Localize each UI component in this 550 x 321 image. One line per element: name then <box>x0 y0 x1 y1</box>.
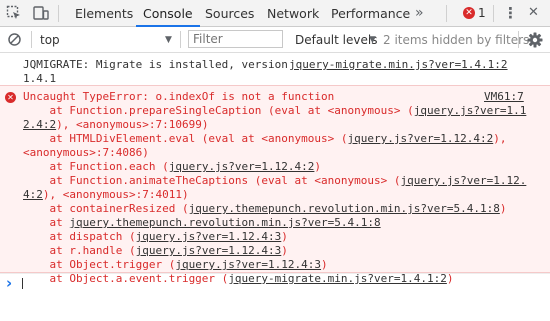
stack-frame-text: ) <box>321 258 328 271</box>
toolbar-divider <box>518 31 519 48</box>
stack-frame-link[interactable]: jquery.js?ver=1.12.4:2 <box>348 132 494 145</box>
stack-frame-text: at Function.animateTheCaptions (eval at … <box>23 174 401 187</box>
log-message-text: JQMIGRATE: Migrate is installed, version <box>23 58 288 71</box>
stack-frame-link[interactable]: jquery.themepunch.revolution.min.js?ver=… <box>69 216 380 229</box>
stack-frame: <anonymous>:7:4086) <box>23 146 149 160</box>
more-tabs-button[interactable]: » <box>415 0 424 27</box>
toolbar-divider <box>180 31 181 48</box>
error-header[interactable]: Uncaught TypeError: o.indexOf is not a f… <box>23 90 334 104</box>
stack-frame: at Function.animateTheCaptions (eval at … <box>23 174 526 188</box>
filter-input[interactable] <box>188 30 283 48</box>
stack-frame: at containerResized (jquery.themepunch.r… <box>23 202 506 216</box>
context-selector[interactable]: top ▼ <box>40 31 175 49</box>
stack-frame-link[interactable]: jquery.js?ver=1.12. <box>401 174 527 187</box>
error-source-link[interactable]: VM61:7 <box>484 90 524 104</box>
stack-frame-text: at Object.trigger ( <box>23 258 176 271</box>
settings-gear-icon[interactable] <box>527 32 543 48</box>
chevron-down-icon: ▼ <box>165 35 172 45</box>
stack-frame-text: at dispatch ( <box>23 230 136 243</box>
stack-frame-text: ), <box>493 132 507 145</box>
toolbar-divider <box>493 5 494 22</box>
stack-frame: 4:2), <anonymous>:7:4011) <box>23 188 189 202</box>
stack-frame-text: at Function.prepareSingleCaption (eval a… <box>23 104 414 117</box>
stack-frame-text: ), <anonymous>:7:10699) <box>56 118 209 131</box>
prompt-chevron-icon: › <box>6 274 13 292</box>
toolbar-divider <box>446 5 447 22</box>
stack-frame-link[interactable]: jquery.themepunch.revolution.min.js?ver=… <box>189 202 500 215</box>
stack-frame-text: at HTMLDivElement.eval (eval at <anonymo… <box>23 132 348 145</box>
hidden-items-text: 2 items hidden by filters <box>383 33 530 47</box>
stack-frame-text: ) <box>314 160 322 173</box>
stack-frame-link[interactable]: jquery.js?ver=1.12.4:3 <box>136 244 282 257</box>
stack-frame-text: at r.handle ( <box>23 244 136 257</box>
stack-frame-link[interactable]: jquery.js?ver=1.1 <box>414 104 527 117</box>
tab-performance[interactable]: Performance <box>331 0 410 27</box>
console-filter-bar: top ▼ Default levels ▼ 2 items hidden by… <box>0 27 550 53</box>
log-message: JQMIGRATE: Migrate is installed, version… <box>0 57 550 85</box>
log-levels-label: Default levels <box>295 33 378 47</box>
stack-frame-link[interactable]: jquery.js?ver=1.12.4:3 <box>136 230 282 243</box>
stack-frame: at r.handle (jquery.js?ver=1.12.4:3) <box>23 244 288 258</box>
kebab-menu-icon[interactable]: ⋮ <box>503 4 518 22</box>
stack-frame: at HTMLDivElement.eval (eval at <anonymo… <box>23 132 506 146</box>
tab-elements[interactable]: Elements <box>75 0 133 27</box>
close-icon[interactable]: ✕ <box>528 5 539 21</box>
error-icon: ✕ <box>463 7 475 19</box>
stack-frame: at jquery.themepunch.revolution.min.js?v… <box>23 216 380 230</box>
stack-frame: at Function.each (jquery.js?ver=1.12.4:2… <box>23 160 321 174</box>
stack-frame-link[interactable]: jquery.js?ver=1.12.4:3 <box>175 258 321 271</box>
error-icon: ✕ <box>5 92 16 103</box>
stack-frame-text: ) <box>499 202 507 215</box>
stack-frame-text: at Function.each ( <box>23 160 169 173</box>
stack-frame: at Object.trigger (jquery.js?ver=1.12.4:… <box>23 258 328 272</box>
toolbar-divider <box>31 31 32 48</box>
error-count: 1 <box>478 6 486 20</box>
stack-frame-text: at containerResized ( <box>23 202 189 215</box>
inspect-element-icon[interactable] <box>6 5 22 21</box>
device-toolbar-icon[interactable] <box>33 5 49 21</box>
context-selector-value: top <box>40 33 60 47</box>
log-source-link[interactable]: jquery-migrate.min.js?ver=1.4.1:2 <box>289 58 508 72</box>
log-message-text-cont: 1.4.1 <box>23 72 57 85</box>
clear-console-icon[interactable] <box>7 32 22 47</box>
stack-frame: at Function.prepareSingleCaption (eval a… <box>23 104 526 118</box>
error-message: ✕ Uncaught TypeError: o.indexOf is not a… <box>0 85 550 285</box>
chevron-down-icon: ▼ <box>369 35 376 45</box>
log-levels-dropdown[interactable]: Default levels ▼ <box>295 31 380 49</box>
tab-sources[interactable]: Sources <box>205 0 254 27</box>
prompt-caret <box>22 278 23 289</box>
tab-console[interactable]: Console <box>136 0 200 27</box>
tab-network[interactable]: Network <box>267 0 319 27</box>
stack-frame: 2.4:2), <anonymous>:7:10699) <box>23 118 208 132</box>
stack-frame-link[interactable]: 2.4:2 <box>23 118 56 131</box>
console-prompt[interactable]: › <box>0 273 550 294</box>
stack-frame-link[interactable]: 4:2 <box>23 188 43 201</box>
stack-frame-text: at <box>23 216 70 229</box>
devtools-tab-bar: Elements Console Sources Network Perform… <box>0 0 550 27</box>
stack-frame-text: ), <anonymous>:7:4011) <box>42 188 189 201</box>
stack-frame-text: ) <box>281 230 288 243</box>
stack-frame-text: <anonymous>:7:4086) <box>23 146 149 159</box>
stack-frame: at dispatch (jquery.js?ver=1.12.4:3) <box>23 230 288 244</box>
toolbar-divider <box>58 5 59 22</box>
stack-frame-link[interactable]: jquery.js?ver=1.12.4:2 <box>169 160 315 173</box>
stack-frame-text: ) <box>281 244 288 257</box>
